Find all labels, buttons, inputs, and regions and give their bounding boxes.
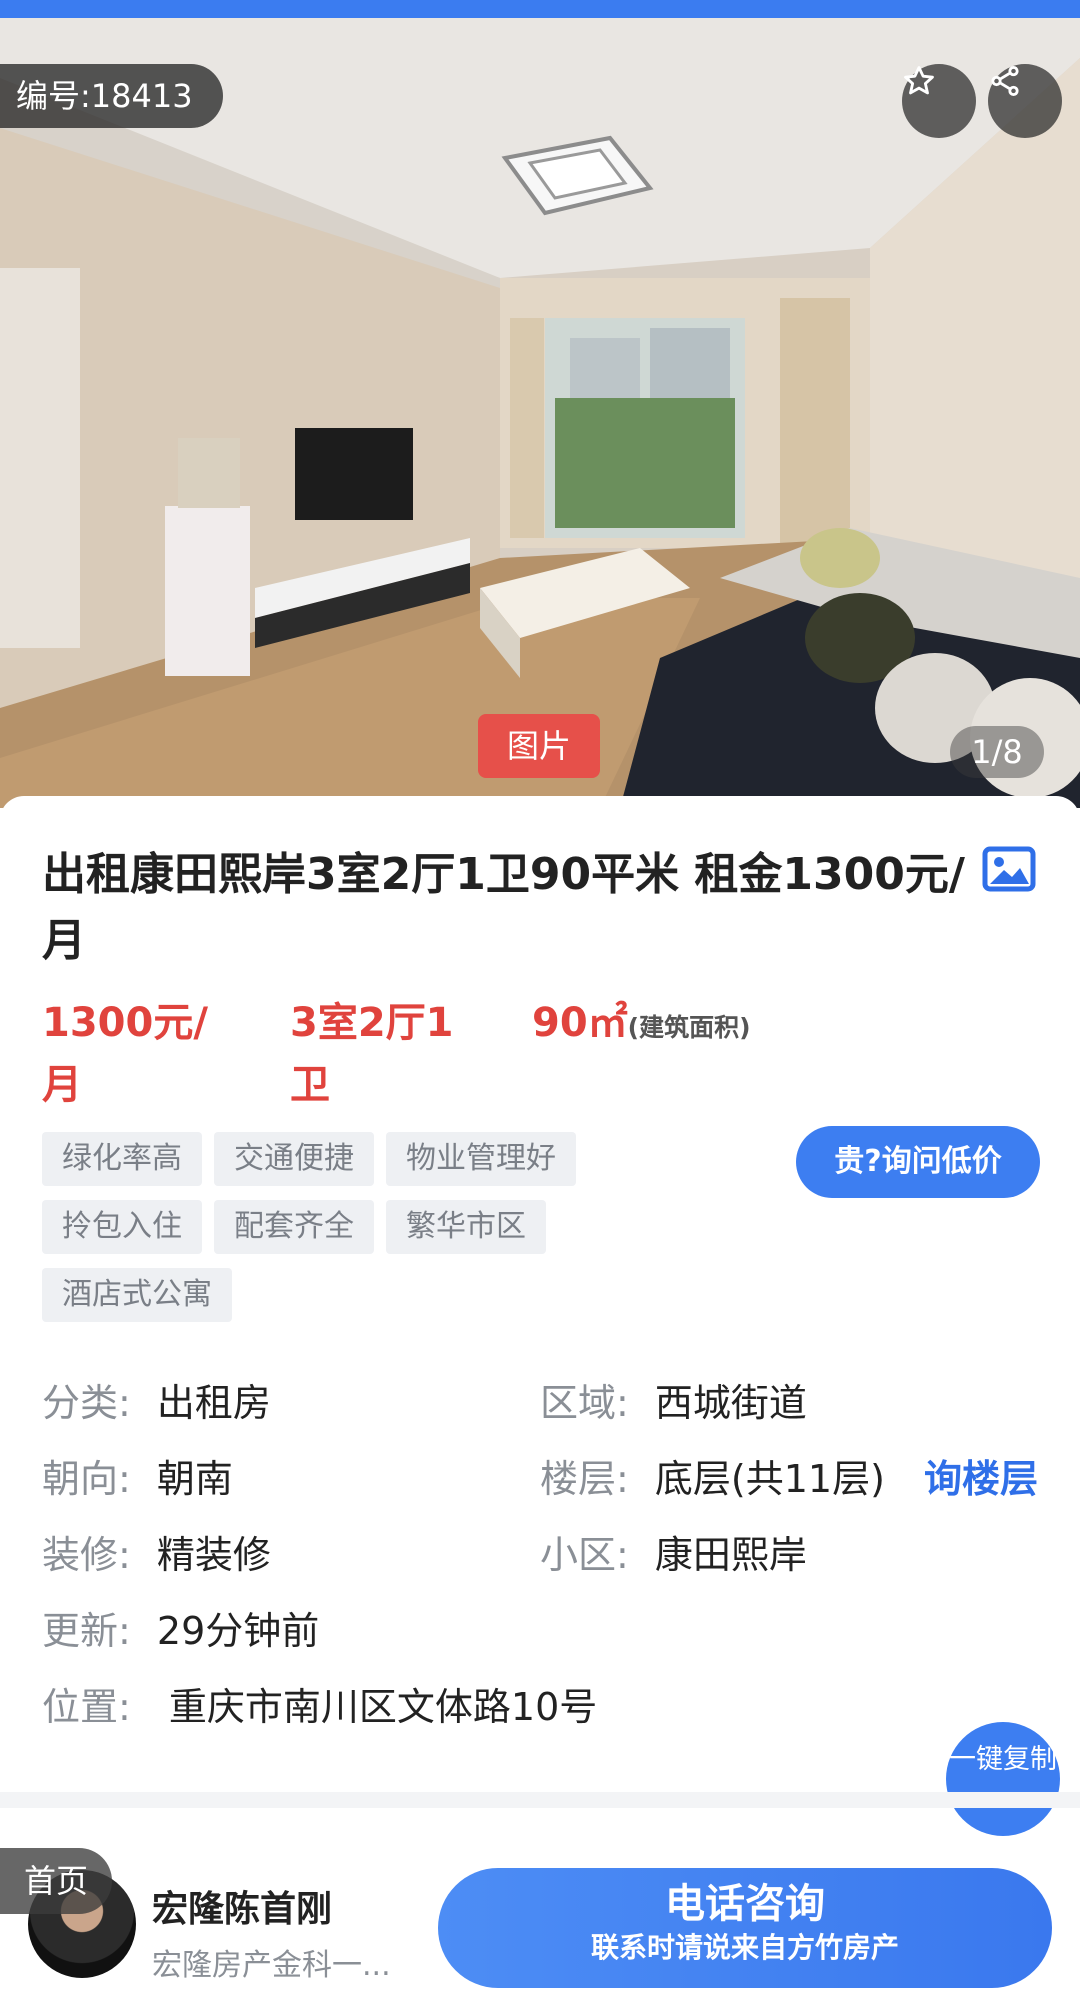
- phone-consult-label: 电话咨询: [665, 1881, 825, 1927]
- area-note: (建筑面积): [627, 1013, 751, 1042]
- home-tab[interactable]: 首页: [0, 1848, 112, 1914]
- detail-label: 区域:: [540, 1381, 629, 1425]
- listing-page: 编号:18413 图片 1/8 出租康田熙岸3室2厅1卫90平米 租金1300元…: [0, 0, 1080, 1991]
- detail-category: 分类: 出租房: [42, 1378, 271, 1428]
- detail-label: 装修:: [42, 1533, 131, 1577]
- feature-tag: 拎包入住: [42, 1200, 202, 1254]
- detail-value: 康田熙岸: [654, 1533, 807, 1577]
- area-value: 90㎡: [532, 1000, 628, 1046]
- listing-photo[interactable]: 编号:18413 图片 1/8: [0, 18, 1080, 808]
- share-button[interactable]: [988, 64, 1062, 138]
- feature-tag: 物业管理好: [386, 1132, 576, 1186]
- agent-company: 宏隆房产金科一...: [152, 1948, 391, 1983]
- favorite-button[interactable]: [902, 64, 976, 138]
- detail-updated: 更新: 29分钟前: [42, 1606, 319, 1656]
- rent-price: 1300元/月: [42, 1000, 208, 1108]
- copy-info-button[interactable]: 一键复制: [946, 1722, 1060, 1836]
- floor-area: 90㎡(建筑面积): [532, 992, 752, 1059]
- detail-value: 朝南: [156, 1457, 233, 1501]
- listing-id-badge: 编号:18413: [0, 64, 223, 128]
- detail-decoration: 装修: 精装修: [42, 1530, 271, 1580]
- detail-label: 分类:: [42, 1381, 131, 1425]
- detail-value: 底层(共11层): [654, 1457, 885, 1501]
- detail-orientation: 朝向: 朝南: [42, 1454, 233, 1504]
- detail-location: 位置: 重庆市南川区文体路10号: [42, 1682, 597, 1732]
- detail-label: 朝向:: [42, 1457, 131, 1501]
- feature-tag: 交通便捷: [214, 1132, 374, 1186]
- image-icon[interactable]: [982, 846, 1036, 892]
- section-divider: [0, 1792, 1080, 1808]
- photo-category-tag[interactable]: 图片: [478, 714, 600, 778]
- room-layout: 3室2厅1卫: [290, 1000, 454, 1108]
- feature-tag: 配套齐全: [214, 1200, 374, 1254]
- detail-floor: 楼层: 底层(共11层): [540, 1454, 885, 1504]
- detail-district: 区域: 西城街道: [540, 1378, 807, 1428]
- detail-value: 29分钟前: [156, 1609, 320, 1653]
- detail-label: 小区:: [540, 1533, 629, 1577]
- share-icon: [991, 65, 1019, 97]
- living-room-photo: [0, 18, 1080, 808]
- feature-tag: 酒店式公寓: [42, 1268, 232, 1322]
- star-outline-icon: [904, 66, 934, 95]
- detail-value: 西城街道: [654, 1381, 807, 1425]
- feature-tag: 绿化率高: [42, 1132, 202, 1186]
- ask-lower-price-button[interactable]: 贵?询问低价: [796, 1126, 1040, 1198]
- photo-counter: 1/8: [950, 726, 1044, 778]
- ask-floor-link[interactable]: 询楼层: [924, 1454, 1038, 1504]
- listing-details-card: 出租康田熙岸3室2厅1卫90平米 租金1300元/月 1300元/月 3室2厅1…: [0, 796, 1080, 1836]
- detail-value: 出租房: [156, 1381, 271, 1425]
- agent-name: 宏隆陈首刚: [152, 1889, 333, 1930]
- detail-label: 位置:: [42, 1685, 131, 1729]
- detail-value: 重庆市南川区文体路10号: [168, 1685, 598, 1729]
- feature-tags: 绿化率高 交通便捷 物业管理好 拎包入住 配套齐全 繁华市区 酒店式公寓: [42, 1132, 622, 1322]
- phone-consult-button[interactable]: 电话咨询 联系时请说来自方竹房产: [438, 1868, 1052, 1988]
- feature-tag: 繁华市区: [386, 1200, 546, 1254]
- bottom-contact-bar: 首页 宏隆陈首刚 宏隆房产金科一... 电话咨询 联系时请说来自方竹房产: [0, 1840, 1080, 1991]
- detail-value: 精装修: [156, 1533, 271, 1577]
- detail-label: 更新:: [42, 1609, 131, 1653]
- detail-community: 小区: 康田熙岸: [540, 1530, 807, 1580]
- phone-consult-note: 联系时请说来自方竹房产: [590, 1931, 899, 1964]
- listing-title: 出租康田熙岸3室2厅1卫90平米 租金1300元/月: [42, 849, 965, 966]
- detail-label: 楼层:: [540, 1457, 629, 1501]
